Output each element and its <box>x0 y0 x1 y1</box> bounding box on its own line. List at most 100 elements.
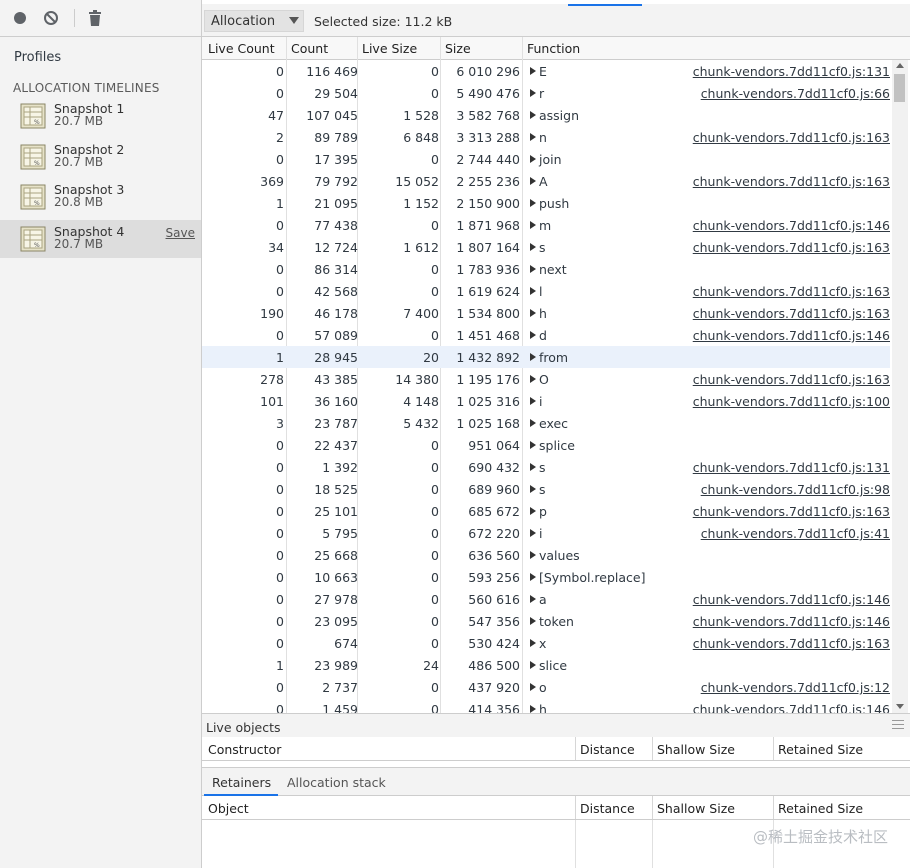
expand-triangle-icon[interactable] <box>530 265 536 273</box>
expand-triangle-icon[interactable] <box>530 331 536 339</box>
snapshot-item[interactable]: % Snapshot 2 20.7 MB <box>0 138 201 176</box>
expand-triangle-icon[interactable] <box>530 89 536 97</box>
table-row[interactable]: 2 89 789 6 848 3 313 288 n chunk-vendors.7dd1… <box>202 126 890 148</box>
scroll-up-icon[interactable] <box>896 63 904 68</box>
source-link[interactable]: chunk-vendors.7dd11cf0.js:131 <box>693 460 890 475</box>
expand-triangle-icon[interactable] <box>530 199 536 207</box>
expand-triangle-icon[interactable] <box>530 551 536 559</box>
expand-triangle-icon[interactable] <box>530 441 536 449</box>
source-link[interactable]: chunk-vendors.7dd11cf0.js:146 <box>693 702 890 713</box>
table-row[interactable]: 0 27 978 0 560 616 a chunk-vendors.7dd11cf0.j… <box>202 588 890 610</box>
source-link[interactable]: chunk-vendors.7dd11cf0.js:146 <box>693 592 890 607</box>
col-shallow-size[interactable]: Shallow Size <box>657 801 735 816</box>
table-row[interactable]: 0 25 668 0 636 560 values <box>202 544 890 566</box>
source-link[interactable]: chunk-vendors.7dd11cf0.js:163 <box>693 284 890 299</box>
expand-triangle-icon[interactable] <box>530 617 536 625</box>
expand-triangle-icon[interactable] <box>530 177 536 185</box>
source-link[interactable]: chunk-vendors.7dd11cf0.js:146 <box>693 328 890 343</box>
expand-triangle-icon[interactable] <box>530 287 536 295</box>
table-row[interactable]: 0 57 089 0 1 451 468 d chunk-vendors.7dd11cf0… <box>202 324 890 346</box>
source-link[interactable]: chunk-vendors.7dd11cf0.js:12 <box>701 680 890 695</box>
table-row[interactable]: 0 86 314 0 1 783 936 next <box>202 258 890 280</box>
scrollbar-thumb[interactable] <box>894 74 905 102</box>
expand-triangle-icon[interactable] <box>530 67 536 75</box>
col-distance[interactable]: Distance <box>580 801 635 816</box>
expand-triangle-icon[interactable] <box>530 397 536 405</box>
table-row[interactable]: 0 5 795 0 672 220 i chunk-vendors.7dd11cf0.js… <box>202 522 890 544</box>
col-distance[interactable]: Distance <box>580 742 635 757</box>
vertical-scrollbar[interactable] <box>892 60 908 713</box>
col-shallow-size[interactable]: Shallow Size <box>657 742 735 757</box>
table-row[interactable]: 0 23 095 0 547 356 token chunk-vendors.7dd11c… <box>202 610 890 632</box>
table-row[interactable]: 0 116 469 0 6 010 296 Echunk-vendors.7dd11cf… <box>202 60 890 82</box>
expand-triangle-icon[interactable] <box>530 573 536 581</box>
record-icon[interactable] <box>12 10 28 26</box>
table-row[interactable]: 0 29 504 0 5 490 476 r chunk-vendors.7dd11cf0… <box>202 82 890 104</box>
expand-triangle-icon[interactable] <box>530 639 536 647</box>
expand-triangle-icon[interactable] <box>530 155 536 163</box>
expand-triangle-icon[interactable] <box>530 133 536 141</box>
source-link[interactable]: chunk-vendors.7dd11cf0.js:66 <box>701 86 890 101</box>
table-row[interactable]: 1 23 989 24 486 500 slice <box>202 654 890 676</box>
save-link[interactable]: Save <box>166 226 195 240</box>
col-size[interactable]: Size <box>445 41 471 56</box>
table-row[interactable]: 0 1 392 0 690 432 s chunk-vendors.7dd11cf0.js… <box>202 456 890 478</box>
table-row[interactable]: 3 23 787 5 432 1 025 168 exec <box>202 412 890 434</box>
source-link[interactable]: chunk-vendors.7dd11cf0.js:146 <box>693 218 890 233</box>
menu-icon[interactable] <box>892 720 904 729</box>
col-count[interactable]: Count <box>291 41 328 56</box>
col-object[interactable]: Object <box>208 801 249 816</box>
expand-triangle-icon[interactable] <box>530 705 536 713</box>
expand-triangle-icon[interactable] <box>530 595 536 603</box>
snapshot-item[interactable]: % Snapshot 1 20.7 MB <box>0 97 201 135</box>
col-retained-size[interactable]: Retained Size <box>778 801 863 816</box>
expand-triangle-icon[interactable] <box>530 419 536 427</box>
col-constructor[interactable]: Constructor <box>208 742 281 757</box>
trash-icon[interactable] <box>87 10 103 26</box>
col-live-size[interactable]: Live Size <box>362 41 417 56</box>
snapshot-item[interactable]: % Snapshot 4 20.7 MB Save <box>0 220 201 258</box>
source-link[interactable]: chunk-vendors.7dd11cf0.js:146 <box>693 614 890 629</box>
table-row[interactable]: 278 43 385 14 380 1 195 176 Ochunk-vendors.7… <box>202 368 890 390</box>
table-row[interactable]: 34 12 724 1 612 1 807 164 s chunk-vendors.7dd… <box>202 236 890 258</box>
expand-triangle-icon[interactable] <box>530 683 536 691</box>
source-link[interactable]: chunk-vendors.7dd11cf0.js:98 <box>701 482 890 497</box>
table-row[interactable]: 0 2 737 0 437 920 o chunk-vendors.7dd11cf0.js… <box>202 676 890 698</box>
expand-triangle-icon[interactable] <box>530 375 536 383</box>
col-function[interactable]: Function <box>527 41 580 56</box>
table-row[interactable]: 0 42 568 0 1 619 624 l chunk-vendors.7dd11cf0… <box>202 280 890 302</box>
source-link[interactable]: chunk-vendors.7dd11cf0.js:163 <box>693 504 890 519</box>
table-row[interactable]: 190 46 178 7 400 1 534 800 h chunk-vendors.7d… <box>202 302 890 324</box>
expand-triangle-icon[interactable] <box>530 529 536 537</box>
source-link[interactable]: chunk-vendors.7dd11cf0.js:100 <box>693 394 890 409</box>
table-row[interactable]: 101 36 160 4 148 1 025 316 i chunk-vendors.7d… <box>202 390 890 412</box>
expand-triangle-icon[interactable] <box>530 463 536 471</box>
source-link[interactable]: chunk-vendors.7dd11cf0.js:163 <box>693 130 890 145</box>
expand-triangle-icon[interactable] <box>530 661 536 669</box>
expand-triangle-icon[interactable] <box>530 507 536 515</box>
table-row[interactable]: 369 79 792 15 052 2 255 236 Achunk-vendors.7… <box>202 170 890 192</box>
snapshot-item[interactable]: % Snapshot 3 20.8 MB <box>0 178 201 216</box>
table-row[interactable]: 0 674 0 530 424 x chunk-vendors.7dd11cf0.js:1… <box>202 632 890 654</box>
table-row[interactable]: 0 25 101 0 685 672 p chunk-vendors.7dd11cf0.j… <box>202 500 890 522</box>
table-row[interactable]: 0 18 525 0 689 960 s chunk-vendors.7dd11cf0.j… <box>202 478 890 500</box>
expand-triangle-icon[interactable] <box>530 243 536 251</box>
expand-triangle-icon[interactable] <box>530 309 536 317</box>
source-link[interactable]: chunk-vendors.7dd11cf0.js:163 <box>693 306 890 321</box>
table-row[interactable]: 47 107 045 1 528 3 582 768 assign <box>202 104 890 126</box>
tab-allocation-stack[interactable]: Allocation stack <box>287 775 386 790</box>
source-link[interactable]: chunk-vendors.7dd11cf0.js:163 <box>693 174 890 189</box>
source-link[interactable]: chunk-vendors.7dd11cf0.js:41 <box>701 526 890 541</box>
expand-triangle-icon[interactable] <box>530 111 536 119</box>
table-row[interactable]: 1 28 945 20 1 432 892 from <box>202 346 890 368</box>
expand-triangle-icon[interactable] <box>530 485 536 493</box>
table-row[interactable]: 0 22 437 0 951 064 splice <box>202 434 890 456</box>
scroll-down-icon[interactable] <box>896 704 904 709</box>
source-link[interactable]: chunk-vendors.7dd11cf0.js:163 <box>693 240 890 255</box>
table-row[interactable]: 0 77 438 0 1 871 968 m chunk-vendors.7dd11cf0… <box>202 214 890 236</box>
expand-triangle-icon[interactable] <box>530 221 536 229</box>
clear-icon[interactable] <box>43 10 59 26</box>
table-row[interactable]: 1 21 095 1 152 2 150 900 push <box>202 192 890 214</box>
col-retained-size[interactable]: Retained Size <box>778 742 863 757</box>
source-link[interactable]: chunk-vendors.7dd11cf0.js:163 <box>693 636 890 651</box>
